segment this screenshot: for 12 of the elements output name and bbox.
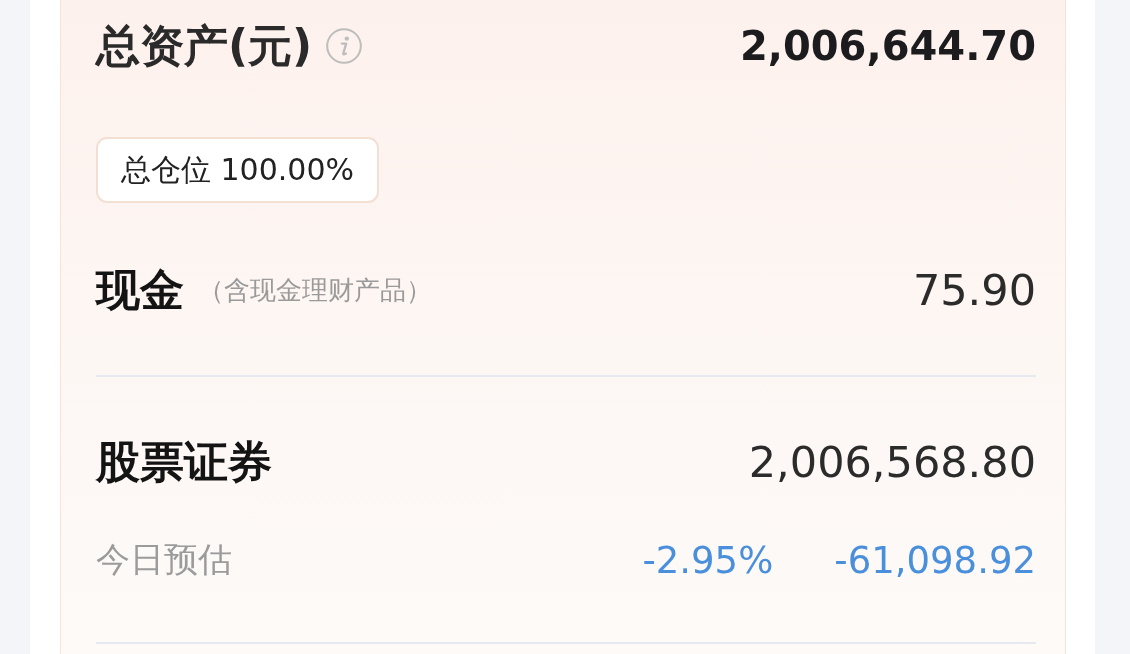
today-change-percent: -2.95% <box>642 538 774 582</box>
category-label: 股票证券 <box>96 434 272 489</box>
info-icon[interactable] <box>326 28 363 64</box>
today-change-amount: -61,098.92 <box>834 538 1036 582</box>
total-assets-label: 总资产(元) <box>96 18 313 73</box>
today-estimate-label: 今日预估 <box>96 538 232 581</box>
category-note: （含现金理财产品） <box>198 273 432 307</box>
category-label: 现金 <box>96 262 184 317</box>
category-value: 2,006,568.80 <box>748 437 1036 487</box>
position-badge: 总仓位 100.00% <box>96 137 379 203</box>
total-assets-value: 2,006,644.70 <box>739 23 1036 69</box>
category-value: 75.90 <box>912 265 1036 315</box>
